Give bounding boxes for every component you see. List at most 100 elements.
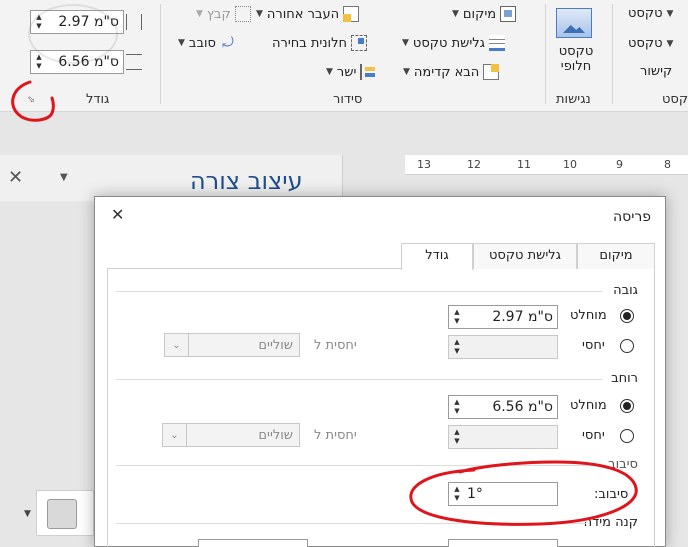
ruler-label: 9 xyxy=(616,158,623,171)
layout-dialog: ✕ פריסה מיקום גלישת טקסט גודל גובה מוחלט… xyxy=(94,196,666,547)
group-objects-icon xyxy=(234,6,251,22)
position-button[interactable]: מיקום ▼ xyxy=(452,6,517,22)
width-relative-to-select[interactable]: ⌄ שוליים xyxy=(162,423,300,447)
scale-height-stepper[interactable] xyxy=(448,539,558,547)
stepper-arrows-icon[interactable]: ▲ ▼ xyxy=(31,51,47,73)
height-absolute-label: מוחלט xyxy=(570,308,607,323)
color-square xyxy=(47,499,77,529)
height-relative-radio[interactable] xyxy=(620,339,634,353)
width-relative-label: יחסי xyxy=(582,428,605,443)
dialog-launcher-icon[interactable]: ⬂ xyxy=(25,94,37,106)
chevron-down-icon: ▼ xyxy=(666,38,674,49)
chevron-down-icon: ▼ xyxy=(326,67,333,77)
ruler-label: 12 xyxy=(467,158,481,171)
chevron-down-icon: ▼ xyxy=(178,38,185,48)
chevron-down-icon: ▼ xyxy=(403,67,410,77)
section-divider xyxy=(116,379,602,380)
ribbon-link-item[interactable]: קישור xyxy=(640,64,672,79)
width-absolute-radio[interactable] xyxy=(620,399,634,413)
width-icon xyxy=(126,54,142,70)
chevron-down-icon: ▼ xyxy=(666,8,674,19)
dialog-tabs: מיקום גלישת טקסט גודל xyxy=(107,243,655,270)
format-shape-pane-header: ✕ ▼ עיצוב צורה xyxy=(0,155,342,201)
height-icon xyxy=(126,14,142,30)
width-absolute-stepper[interactable]: ▲ ▼ 6.56 ס"מ xyxy=(448,395,558,419)
send-backward-icon xyxy=(343,6,360,22)
height-relative-to-label: יחסית ל xyxy=(314,338,357,353)
scale-width-stepper[interactable] xyxy=(198,539,308,547)
ribbon-text-item-1[interactable]: ▼ טקסט xyxy=(628,6,673,21)
rotation-stepper[interactable]: ▲ ▼ 1° xyxy=(448,482,558,506)
align-button[interactable]: ישר ▼ xyxy=(326,64,376,80)
fill-color-swatch[interactable] xyxy=(36,490,94,536)
wrap-text-button[interactable]: גלישת טקסט ▼ xyxy=(402,35,505,51)
height-relative-stepper[interactable]: ▲ ▼ xyxy=(448,335,558,359)
ribbon-height-stepper[interactable]: ▲ ▼ 2.97 ס"מ xyxy=(30,10,124,34)
width-absolute-label: מוחלט xyxy=(570,398,607,413)
chevron-down-icon: ▼ xyxy=(256,9,263,19)
ribbon-text-item-2[interactable]: ▼ טקסט xyxy=(628,36,673,51)
alt-text-button[interactable]: טקסט חלופי xyxy=(556,44,596,74)
width-section-title: רוחב xyxy=(611,371,638,386)
chevron-down-icon: ▼ xyxy=(402,38,409,48)
rotate-button[interactable]: ⤾ סובב ▼ xyxy=(178,35,236,51)
size-tab-panel: גובה מוחלט ▲ ▼ 2.97 ס"מ יחסי ▲ ▼ יחסית ל ⌄… xyxy=(107,269,655,547)
send-backward-button[interactable]: העבר אחורה ▼ xyxy=(256,6,360,22)
stepper-arrows-icon[interactable]: ▲ ▼ xyxy=(449,336,465,358)
ruler-label: 13 xyxy=(417,158,431,171)
ribbon-group-size-name: גודל xyxy=(86,92,110,107)
tab-position[interactable]: מיקום xyxy=(577,243,655,269)
bring-forward-icon xyxy=(483,64,500,80)
document-gap xyxy=(342,155,405,201)
ribbon-separator xyxy=(612,4,613,104)
rotate-section-title: סיבוב xyxy=(608,457,638,472)
ribbon: ▼ טקסט ▼ טקסט קישור טקסט טקסט חלופי נגיש… xyxy=(0,0,688,112)
ribbon-separator xyxy=(160,4,161,104)
ribbon-group-arrange-name: סידור xyxy=(333,92,363,107)
stepper-arrows-icon[interactable]: ▲ ▼ xyxy=(449,483,465,505)
section-divider xyxy=(116,291,602,292)
wrap-text-icon xyxy=(488,35,505,51)
chevron-down-icon: ⌄ xyxy=(165,334,189,356)
height-relative-label: יחסי xyxy=(582,338,605,353)
height-absolute-radio[interactable] xyxy=(620,309,634,323)
ribbon-separator xyxy=(545,4,546,104)
width-relative-stepper[interactable]: ▲ ▼ xyxy=(448,425,558,449)
bring-forward-button[interactable]: הבא קדימה ▼ xyxy=(403,64,500,80)
ribbon-group-accessibility-name: נגישות xyxy=(556,92,591,107)
position-icon xyxy=(500,6,517,22)
selection-pane-button[interactable]: חלונית בחירה xyxy=(272,35,367,51)
stepper-arrows-icon[interactable]: ▲ ▼ xyxy=(449,306,465,328)
height-section-title: גובה xyxy=(613,283,638,298)
ruler-label: 10 xyxy=(563,158,577,171)
chevron-down-icon[interactable]: ▼ xyxy=(60,172,68,183)
group-button[interactable]: קבץ ▼ xyxy=(196,6,251,22)
close-icon[interactable]: ✕ xyxy=(8,167,23,188)
height-absolute-stepper[interactable]: ▲ ▼ 2.97 ס"מ xyxy=(448,305,558,329)
section-divider xyxy=(116,523,586,524)
tab-text-wrapping[interactable]: גלישת טקסט xyxy=(473,243,577,269)
height-relative-to-select[interactable]: ⌄ שוליים xyxy=(164,333,300,357)
rotation-label: סיבוב: xyxy=(594,487,629,502)
chevron-down-icon[interactable]: ▼ xyxy=(24,509,31,519)
tab-size[interactable]: גודל xyxy=(401,243,473,270)
chevron-down-icon: ▼ xyxy=(452,9,459,19)
ribbon-group-text-name: טקסט xyxy=(662,92,688,107)
width-relative-to-label: יחסית ל xyxy=(314,428,357,443)
pane-title: עיצוב צורה xyxy=(190,167,303,195)
chevron-down-icon: ⌄ xyxy=(163,424,187,446)
stepper-arrows-icon[interactable]: ▲ ▼ xyxy=(449,426,465,448)
stepper-arrows-icon[interactable]: ▲ ▼ xyxy=(449,396,465,418)
section-divider xyxy=(116,465,602,466)
horizontal-ruler: 13 12 11 10 9 8 xyxy=(405,155,688,175)
ruler-label: 8 xyxy=(664,158,671,171)
alt-text-icon[interactable] xyxy=(556,8,592,38)
width-relative-radio[interactable] xyxy=(620,429,634,443)
ribbon-width-stepper[interactable]: ▲ ▼ 6.56 ס"מ xyxy=(30,50,124,74)
scale-section-title: קנה מידה xyxy=(583,515,638,530)
selection-pane-icon xyxy=(350,35,367,51)
stepper-arrows-icon[interactable]: ▲ ▼ xyxy=(31,11,47,33)
align-icon xyxy=(360,64,376,80)
close-icon[interactable]: ✕ xyxy=(111,205,124,224)
chevron-down-icon: ▼ xyxy=(196,9,203,19)
